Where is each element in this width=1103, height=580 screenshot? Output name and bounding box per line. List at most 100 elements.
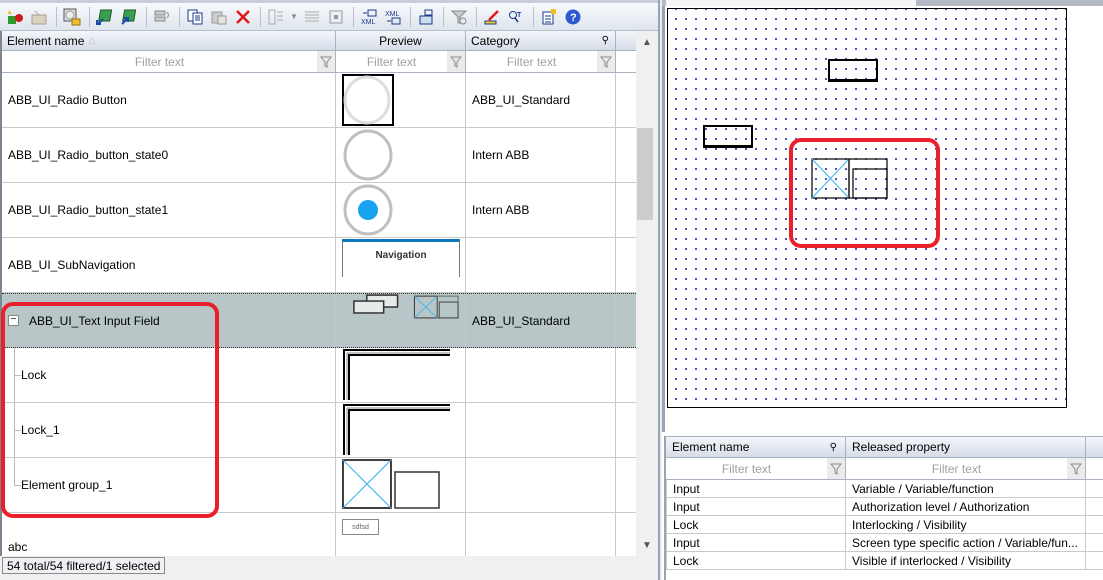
scrollbar-thumb[interactable] (637, 128, 653, 220)
element-name-cell: ABB_UI_Radio Button (2, 73, 336, 127)
paste-icon (211, 11, 227, 24)
filter-category[interactable]: Filter text (466, 51, 616, 72)
search-text-button[interactable]: T (505, 6, 527, 28)
table-row[interactable]: ABB_UI_Radio_button_state1 Intern ABB (2, 183, 636, 238)
view-layout-icon (268, 9, 283, 24)
filter-input[interactable]: Filter text (466, 55, 597, 69)
property-row[interactable]: Lock Interlocking / Visibility (666, 516, 1103, 534)
view-layout-button[interactable] (265, 6, 287, 28)
property-row[interactable]: Input Screen type specific action / Vari… (666, 534, 1103, 552)
properties-header: Element name ⚲ Released property (666, 436, 1103, 458)
radio-button-preview (342, 74, 394, 126)
property-row[interactable]: Input Authorization level / Authorizatio… (666, 498, 1103, 516)
tree-branch (14, 484, 21, 486)
filter-input[interactable]: Filter text (666, 462, 827, 476)
canvas-element-input[interactable] (828, 59, 878, 82)
new-element-button[interactable] (4, 6, 26, 28)
help-button[interactable]: ? (562, 6, 584, 28)
filter-preview[interactable]: Filter text (336, 51, 466, 72)
filter-input[interactable]: Filter text (846, 462, 1067, 476)
dropdown-arrow-icon: ▼ (290, 12, 298, 21)
binoculars-icon[interactable]: ⚲ (602, 35, 609, 46)
paste-button[interactable] (208, 6, 230, 28)
help-icon: ? (565, 9, 581, 24)
element-name-cell: ABB_UI_Radio_button_state1 (2, 183, 336, 237)
column-header-category[interactable]: Category ⚲ (466, 31, 616, 50)
svg-text:?: ? (570, 12, 577, 24)
toolbar-separator (353, 6, 354, 27)
table-header: Element name △ Preview Category ⚲ (2, 31, 636, 51)
filter-icon[interactable] (317, 51, 335, 72)
element-cell: Lock (666, 552, 846, 569)
table-row[interactable]: Lock_1 (2, 403, 636, 458)
design-canvas[interactable] (667, 8, 1067, 408)
list-view-button[interactable] (301, 6, 323, 28)
lock-frame-preview (343, 349, 450, 400)
import-xml-button[interactable]: XML (358, 6, 380, 28)
element-cell: Input (666, 534, 846, 551)
replace-icon (154, 10, 169, 21)
filter-element-name[interactable]: Filter text (2, 51, 336, 72)
import-element-button[interactable] (94, 6, 116, 28)
canvas-element-input[interactable] (703, 125, 753, 148)
table-row[interactable]: abc sdfsd (2, 513, 636, 556)
filter-released-property[interactable]: Filter text (846, 458, 1086, 479)
table-row-selected[interactable]: − ABB_UI_Text Input Field ABB_UI_Standar… (2, 293, 636, 348)
collapse-toggle-icon[interactable]: − (8, 315, 19, 326)
open-button[interactable] (28, 6, 50, 28)
binoculars-icon[interactable]: ⚲ (830, 442, 837, 453)
replace-button[interactable] (151, 6, 173, 28)
preview-cell (336, 403, 466, 457)
filter-icon[interactable] (597, 51, 615, 72)
toolbar-separator (146, 6, 147, 27)
library-pane: ▼ XML XML T ? Element name △ Preview Cat… (0, 0, 660, 580)
scroll-down-icon[interactable]: ▼ (636, 536, 658, 554)
delete-button[interactable] (232, 6, 254, 28)
canvas-area (662, 6, 1103, 432)
export-xml-button[interactable]: XML (382, 6, 404, 28)
new-element-icon (8, 9, 23, 24)
table-row[interactable]: Lock (2, 348, 636, 403)
column-header-preview[interactable]: Preview (336, 31, 466, 50)
filter-input[interactable]: Filter text (2, 55, 317, 69)
filter-input[interactable]: Filter text (336, 55, 447, 69)
search-text-icon: T (509, 10, 522, 22)
filter-icon[interactable] (1067, 458, 1085, 479)
table-row[interactable]: ABB_UI_Radio Button ABB_UI_Standard (2, 73, 636, 128)
column-header-released-property[interactable]: Released property (846, 437, 1086, 457)
table-row[interactable]: ABB_UI_Radio_button_state0 Intern ABB (2, 128, 636, 183)
canvas-element-group[interactable] (811, 158, 889, 200)
toolbar-separator (260, 6, 261, 27)
filter-icon[interactable] (827, 458, 845, 479)
element-group-preview (342, 459, 440, 509)
import-image-button[interactable] (415, 6, 437, 28)
filter-element-name[interactable]: Filter text (666, 458, 846, 479)
load-library-button[interactable] (61, 6, 83, 28)
edit-button[interactable] (481, 6, 503, 28)
small-button-preview: sdfsd (342, 519, 379, 535)
copy-icon (187, 9, 203, 24)
category-cell (466, 458, 616, 512)
category-cell (466, 513, 616, 556)
table-row[interactable]: ABB_UI_SubNavigation Navigation (2, 238, 636, 293)
vertical-scrollbar[interactable]: ▲ ▼ (636, 31, 658, 556)
column-header-element-name[interactable]: Element name △ (2, 31, 336, 50)
property-row[interactable]: Lock Visible if interlocked / Visibility (666, 552, 1103, 570)
preview-cell (336, 128, 466, 182)
import-image-icon (419, 9, 433, 24)
property-row[interactable]: Input Variable / Variable/function (666, 480, 1103, 498)
clear-filter-button[interactable] (448, 6, 470, 28)
table-row[interactable]: Element group_1 (2, 458, 636, 513)
properties-button[interactable] (538, 6, 560, 28)
scroll-up-icon[interactable]: ▲ (636, 33, 658, 51)
view-dropdown-button[interactable]: ▼ (289, 6, 299, 28)
copy-button[interactable] (184, 6, 206, 28)
column-header-element-name[interactable]: Element name ⚲ (666, 437, 846, 457)
expand-button[interactable] (325, 6, 347, 28)
svg-text:XML: XML (385, 11, 400, 18)
export-element-button[interactable] (118, 6, 140, 28)
filter-icon[interactable] (447, 51, 465, 72)
toolbar: ▼ XML XML T ? (0, 0, 658, 31)
category-cell (466, 238, 616, 292)
tree-branch (14, 374, 21, 376)
